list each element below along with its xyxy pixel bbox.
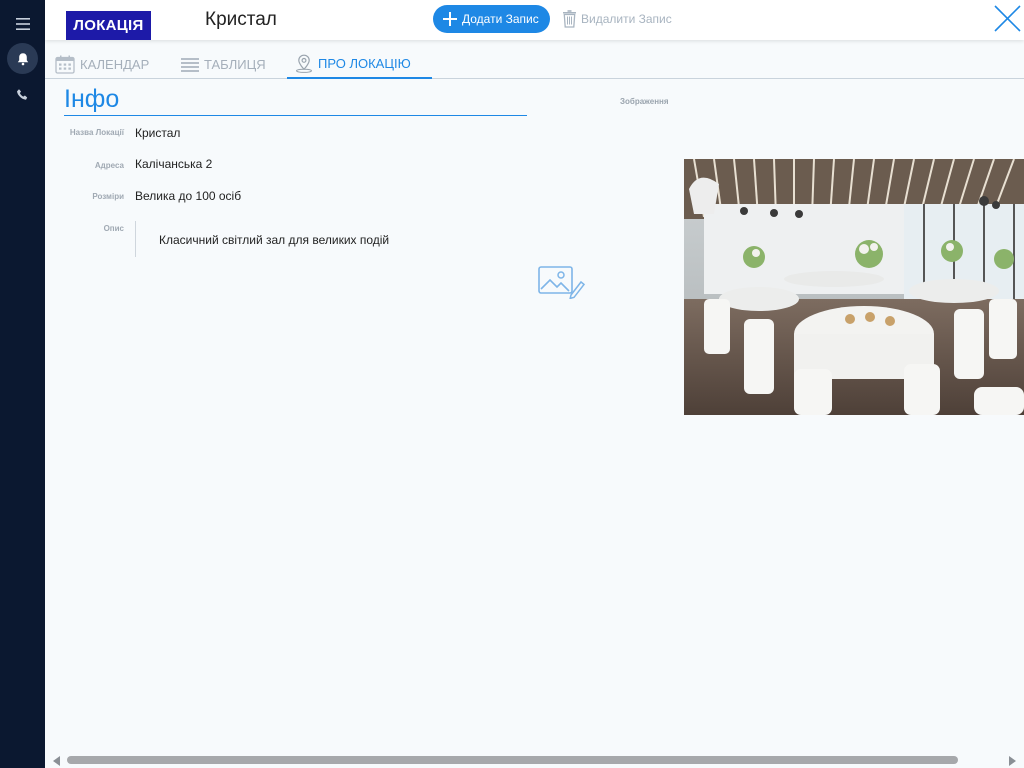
- menu-icon[interactable]: [7, 8, 38, 39]
- tab-table[interactable]: ТАБЛИЦЯ: [181, 50, 266, 79]
- bell-icon[interactable]: [7, 43, 38, 74]
- delete-record-button[interactable]: Видалити Запис: [562, 8, 672, 30]
- field-label-size: Розміри: [92, 192, 124, 201]
- location-pin-icon: [296, 54, 312, 73]
- location-photo: [684, 159, 1024, 415]
- tab-about-location[interactable]: ПРО ЛОКАЦІЮ: [287, 50, 432, 79]
- scroll-right-arrow-icon[interactable]: [1009, 756, 1016, 766]
- add-record-label: Додати Запис: [462, 12, 539, 26]
- close-icon[interactable]: [990, 2, 1024, 36]
- field-label-name: Назва Локації: [69, 128, 124, 137]
- entity-badge: ЛОКАЦІЯ: [66, 11, 151, 40]
- field-value-name[interactable]: Кристал: [135, 126, 180, 140]
- add-record-button[interactable]: Додати Запис: [433, 5, 550, 33]
- tab-bar: КАЛЕНДАР ТАБЛИЦЯ ПРО ЛОКАЦІЮ: [45, 44, 1024, 79]
- tab-table-label: ТАБЛИЦЯ: [204, 57, 266, 72]
- phone-icon[interactable]: [7, 79, 38, 110]
- left-sidebar: [0, 0, 45, 768]
- image-header: Зображення: [620, 97, 669, 106]
- edit-image-icon[interactable]: [537, 265, 586, 300]
- field-value-size[interactable]: Велика до 100 осіб: [135, 189, 241, 203]
- plus-icon: [443, 12, 457, 26]
- top-bar: ЛОКАЦІЯ Кристал Додати Запис Видалити За…: [45, 0, 1024, 40]
- horizontal-scrollbar[interactable]: [45, 752, 1024, 768]
- field-value-description[interactable]: Класичний світлий зал для великих подій: [135, 221, 389, 257]
- field-value-address[interactable]: Калічанська 2: [135, 157, 212, 171]
- field-label-address: Адреса: [94, 161, 124, 170]
- record-title: Кристал: [205, 9, 277, 30]
- scroll-left-arrow-icon[interactable]: [53, 756, 60, 766]
- tab-about-label: ПРО ЛОКАЦІЮ: [318, 56, 411, 71]
- tab-calendar-label: КАЛЕНДАР: [80, 57, 150, 72]
- tab-calendar[interactable]: КАЛЕНДАР: [55, 50, 149, 79]
- delete-record-label: Видалити Запис: [581, 12, 672, 26]
- section-title: Інфо: [64, 84, 527, 116]
- table-icon: [181, 58, 199, 72]
- scrollbar-thumb[interactable]: [67, 756, 958, 764]
- description-text: Класичний світлий зал для великих подій: [159, 233, 390, 247]
- trash-icon: [563, 10, 576, 28]
- calendar-icon: [55, 55, 75, 74]
- field-label-description: Опис: [103, 224, 124, 233]
